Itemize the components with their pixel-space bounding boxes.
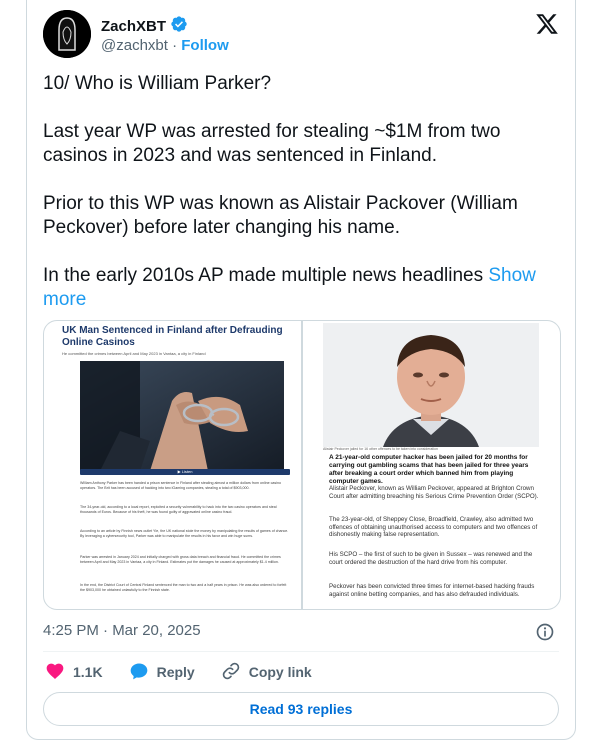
- mugshot-photo: [323, 323, 539, 447]
- action-bar: 1.1K Reply Copy link: [45, 658, 338, 686]
- news-paragraph: The 23-year-old, of Sheppey Close, Broad…: [329, 516, 538, 539]
- article-paragraph: According to an article by Finnish news …: [80, 529, 289, 538]
- handcuffs-photo: [80, 361, 284, 471]
- listen-button: ▶ Listen: [80, 469, 290, 475]
- article-title: UK Man Sentenced in Finland after Defrau…: [62, 325, 283, 348]
- tweet-paragraph-last: In the early 2010s AP made multiple news…: [43, 264, 563, 312]
- tweet-paragraph: Prior to this WP was known as Alistair P…: [43, 193, 518, 238]
- article-subtitle: He committed the crimes between April an…: [62, 351, 206, 356]
- tweet-text: 10/ Who is William Parker? Last year WP …: [43, 72, 563, 312]
- heart-icon: [45, 661, 65, 684]
- reply-icon: [129, 661, 149, 684]
- like-button[interactable]: 1.1K: [45, 661, 103, 684]
- tweet-card: ZachXBT @zachxbt · Follow 10/ Who is Wil…: [26, 0, 576, 740]
- news-paragraph: His SCPO – the first of such to be given…: [329, 551, 533, 566]
- separator-dot: ·: [172, 37, 178, 54]
- author-name[interactable]: ZachXBT: [101, 18, 166, 35]
- reply-button[interactable]: Reply: [129, 661, 195, 684]
- tweet-paragraph: 10/ Who is William Parker?: [43, 73, 272, 94]
- tweet-paragraph: Last year WP was arrested for stealing ~…: [43, 121, 501, 166]
- news-paragraph: Alistair Peckover, known as William Peck…: [329, 485, 539, 500]
- media-image-news[interactable]: Alistair Peckover jailed for 16 other of…: [303, 321, 560, 609]
- copy-link-label: Copy link: [248, 664, 312, 680]
- read-replies-button[interactable]: Read 93 replies: [43, 692, 559, 726]
- article-paragraph: Parker was arrested in January 2024 and …: [80, 555, 281, 564]
- article-paragraph: In the end, the District Court of Centra…: [80, 583, 287, 592]
- news-paragraph: Peckover has been convicted three times …: [329, 583, 535, 598]
- timestamp-row: 4:25 PM · Mar 20, 2025: [43, 622, 559, 642]
- media-grid: UK Man Sentenced in Finland after Defrau…: [43, 320, 561, 610]
- media-image-article[interactable]: UK Man Sentenced in Finland after Defrau…: [44, 321, 301, 609]
- reply-label: Reply: [156, 664, 195, 680]
- link-icon: [221, 661, 241, 684]
- photo-caption: Alistair Peckover jailed for 16 other of…: [323, 447, 438, 451]
- tweet-timestamp[interactable]: 4:25 PM · Mar 20, 2025: [43, 622, 201, 639]
- article-paragraph: The 34-year-old, according to a local re…: [80, 505, 277, 514]
- article-paragraph: William Anthony Parker has been handed a…: [80, 481, 281, 490]
- divider: [43, 651, 559, 652]
- info-icon[interactable]: [535, 622, 555, 642]
- avatar[interactable]: [43, 10, 91, 58]
- tweet-header: ZachXBT @zachxbt · Follow: [43, 10, 559, 58]
- verified-badge-icon: [170, 15, 188, 38]
- author-handle[interactable]: @zachxbt: [101, 37, 168, 54]
- x-logo-icon[interactable]: [535, 12, 559, 36]
- tweet-paragraph: In the early 2010s AP made multiple news…: [43, 265, 484, 286]
- follow-button[interactable]: Follow: [181, 37, 229, 54]
- copy-link-button[interactable]: Copy link: [221, 661, 312, 684]
- like-count: 1.1K: [73, 664, 103, 680]
- news-headline: A 21-year-old computer hacker has been j…: [329, 454, 529, 485]
